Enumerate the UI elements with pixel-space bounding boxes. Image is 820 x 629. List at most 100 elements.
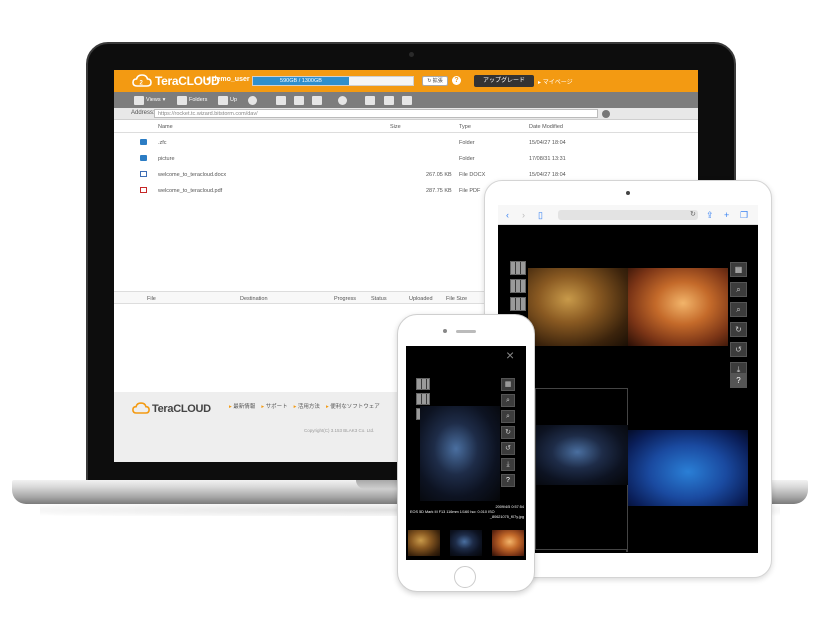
folders-button[interactable]: Folders (177, 95, 207, 105)
download-button[interactable] (312, 95, 322, 105)
tablet-large-photo-frame (535, 388, 628, 550)
photo-exif-info: 2009/4/5 0:57:54 EOS 5D Mark III F13 116… (410, 505, 524, 520)
user-icon: ● (206, 76, 211, 83)
safari-toolbar: ‹ › ▯ ↻ ⇪ + ❐ (498, 205, 758, 225)
column-size[interactable]: Size (390, 124, 401, 130)
rotate-left-icon[interactable]: ↺ (501, 442, 515, 455)
rotate-left-icon[interactable]: ↺ (730, 342, 747, 357)
refresh-icon (248, 95, 257, 105)
folder-up-icon (218, 95, 228, 105)
footer-logo-text: TeraCLOUD (152, 402, 211, 415)
copyright: Copyright(C) 3.153 BLAK3 Co. Ltd. (304, 428, 375, 433)
expand-label: 拡張 (432, 78, 443, 84)
paste-button[interactable] (402, 95, 412, 105)
grid-view-icon[interactable] (510, 261, 526, 275)
pdf-file-icon (140, 187, 147, 193)
reload-icon[interactable]: ↻ (690, 210, 696, 220)
grid-view-icon[interactable] (510, 279, 526, 293)
zoom-out-icon[interactable]: ⌕ (730, 302, 747, 317)
copy-icon (365, 95, 375, 105)
forward-icon[interactable]: › (522, 210, 525, 220)
cut-button[interactable] (384, 95, 394, 105)
thumbnail-photo[interactable] (528, 268, 628, 346)
delete-icon (338, 95, 347, 105)
new-folder-button[interactable] (294, 95, 304, 105)
column-name[interactable]: Name (158, 124, 173, 130)
bookmarks-icon[interactable]: ▯ (538, 210, 543, 220)
toolbar: Views ▾ Folders Up (114, 92, 698, 108)
expand-storage-button[interactable]: ↻ 拡張 (422, 76, 448, 86)
file-date: 15/04/27 18:04 (529, 140, 566, 146)
help-icon[interactable]: ? (730, 373, 747, 388)
storage-quota-bar: 590GB / 1300GB (252, 76, 414, 86)
share-icon[interactable]: ⇪ (706, 210, 714, 220)
new-folder-icon (294, 95, 304, 105)
url-field[interactable] (558, 210, 698, 220)
upload-icon (276, 95, 286, 105)
close-icon[interactable]: × (506, 348, 514, 362)
up-button[interactable]: Up (218, 95, 237, 105)
cloud-logo-icon: 2 (132, 74, 152, 87)
main-photo[interactable] (420, 406, 500, 501)
docx-file-icon (140, 171, 147, 177)
file-name: welcome_to_teracloud.docx (158, 172, 227, 178)
tabs-icon[interactable]: ❐ (740, 210, 748, 220)
slideshow-icon[interactable]: ▦ (730, 262, 747, 277)
new-tab-icon[interactable]: + (724, 210, 729, 220)
help-icon[interactable]: ? (452, 76, 461, 85)
mypage-link[interactable]: ▸ マイページ (538, 77, 573, 86)
storage-quota-text: 590GB / 1300GB (280, 78, 322, 84)
copy-button[interactable] (365, 95, 375, 105)
address-input[interactable]: https://rocket.tc.wizard.bitstorm.com/da… (154, 109, 598, 118)
table-row[interactable]: .zfc Folder 15/04/27 18:04 (114, 135, 698, 151)
user-menu[interactable]: ● demo_user (206, 76, 250, 83)
footer-link-usage[interactable]: 活用方法 (294, 402, 320, 410)
thumbnail-photo[interactable] (408, 530, 440, 556)
views-button[interactable]: Views ▾ (134, 95, 165, 105)
grid-view-icon[interactable] (416, 393, 430, 405)
footer-logo[interactable]: TeraCLOUD (132, 402, 211, 415)
footer-link-support[interactable]: サポート (261, 402, 288, 410)
footer-link-news[interactable]: 最新情報 (229, 402, 255, 410)
download-icon[interactable]: ⤓ (501, 458, 515, 471)
zoom-out-icon[interactable]: ⌕ (501, 410, 515, 423)
footer-link-software[interactable]: 便利なソフトウェア (326, 402, 380, 410)
delete-button[interactable] (338, 95, 347, 105)
grid-view-icon[interactable] (416, 378, 430, 390)
exif-filename: _80621075_f07y.jpg (489, 515, 524, 519)
slideshow-icon[interactable]: ▦ (501, 378, 515, 391)
tablet-large-photo[interactable] (536, 425, 628, 485)
column-progress: Progress (334, 296, 357, 302)
go-icon[interactable] (602, 110, 610, 118)
folder-icon (140, 155, 147, 161)
rotate-icon[interactable]: ↻ (730, 322, 747, 337)
address-bar: Address: https://rocket.tc.wizard.bitsto… (114, 108, 698, 120)
back-icon[interactable]: ‹ (506, 210, 509, 220)
grid-view-icon[interactable] (510, 297, 526, 311)
refresh-button[interactable] (248, 95, 257, 105)
file-type: File DOCX (459, 172, 486, 178)
upload-button[interactable] (276, 95, 286, 105)
file-type: Folder (459, 156, 475, 162)
zoom-in-icon[interactable]: ⌕ (730, 282, 747, 297)
file-table-header: Name Size Type Date Modified (114, 121, 698, 133)
help-icon[interactable]: ? (501, 474, 515, 487)
phone-home-button[interactable] (454, 566, 476, 588)
upgrade-button[interactable]: アップグレード (474, 75, 534, 87)
file-size: 267.05 KB (426, 172, 452, 178)
thumbnail-photo[interactable] (492, 530, 524, 556)
thumbnail-photo[interactable] (628, 430, 748, 506)
thumbnail-photo[interactable] (450, 530, 482, 556)
table-row[interactable]: picture Folder 17/08/31 13:31 (114, 151, 698, 167)
thumbnail-photo[interactable] (628, 268, 728, 346)
column-type[interactable]: Type (459, 124, 471, 130)
folder-icon (140, 139, 147, 145)
views-label: Views (146, 97, 161, 103)
file-size: 287.75 KB (426, 188, 452, 194)
up-label: Up (230, 97, 238, 103)
phone-screen: × ▦ ⌕ ⌕ ↻ ↺ ⤓ ? 2009/4/5 0:57:54 EOS 5D … (406, 346, 526, 560)
column-date-modified[interactable]: Date Modified (529, 124, 563, 130)
mypage-label: マイページ (542, 80, 573, 86)
zoom-in-icon[interactable]: ⌕ (501, 394, 515, 407)
rotate-icon[interactable]: ↻ (501, 426, 515, 439)
